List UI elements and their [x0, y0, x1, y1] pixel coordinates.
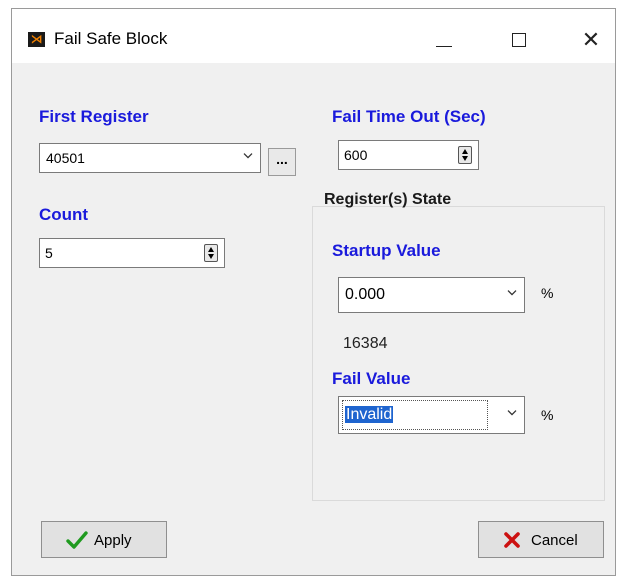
maximize-button[interactable]	[501, 23, 541, 57]
chevron-down-icon	[507, 290, 517, 299]
spin-arrows-icon[interactable]	[204, 244, 218, 262]
close-button[interactable]: ✕	[576, 23, 606, 57]
fail-value-combo[interactable]: Invalid	[338, 396, 525, 434]
first-register-combo[interactable]: 40501	[39, 143, 261, 173]
app-icon: ⋊	[28, 32, 45, 47]
chevron-down-icon	[507, 410, 517, 419]
first-register-value: 40501	[46, 150, 85, 166]
startup-unit: %	[541, 285, 554, 301]
startup-value-combo[interactable]: 0.000	[338, 277, 525, 313]
chevron-down-icon	[243, 153, 253, 162]
title-bar: ⋊ Fail Safe Block ✕	[12, 9, 615, 63]
fail-unit: %	[541, 407, 554, 423]
register-state-label: Register(s) State	[324, 191, 452, 208]
apply-button[interactable]: Apply	[41, 521, 167, 558]
checkmark-icon	[66, 531, 88, 553]
browse-register-button[interactable]: ...	[268, 148, 296, 176]
cancel-button[interactable]: Cancel	[478, 521, 604, 558]
window-title: Fail Safe Block	[54, 29, 168, 48]
fail-time-out-label: Fail Time Out (Sec)	[332, 107, 486, 126]
minimize-button[interactable]	[425, 23, 465, 57]
startup-value-label: Startup Value	[332, 241, 441, 260]
first-register-label: First Register	[39, 107, 149, 126]
fail-time-out-spinbox[interactable]: 600	[338, 140, 479, 170]
count-label: Count	[39, 205, 89, 224]
startup-value-value: 0.000	[345, 286, 386, 303]
apply-label: Apply	[94, 532, 132, 549]
fail-value-label: Fail Value	[332, 369, 411, 388]
spin-arrows-icon[interactable]	[458, 146, 472, 164]
cancel-x-icon	[503, 531, 521, 553]
fail-time-out-value: 600	[344, 147, 368, 163]
fail-value-value: Invalid	[345, 406, 394, 423]
cancel-label: Cancel	[531, 532, 578, 549]
count-spinbox[interactable]: 5	[39, 238, 225, 268]
fail-value-value-wrapper: Invalid	[345, 406, 394, 424]
fail-safe-dialog: ⋊ Fail Safe Block ✕ First Register 40501…	[11, 8, 616, 576]
count-value: 5	[45, 245, 53, 261]
startup-raw-value: 16384	[343, 335, 388, 352]
